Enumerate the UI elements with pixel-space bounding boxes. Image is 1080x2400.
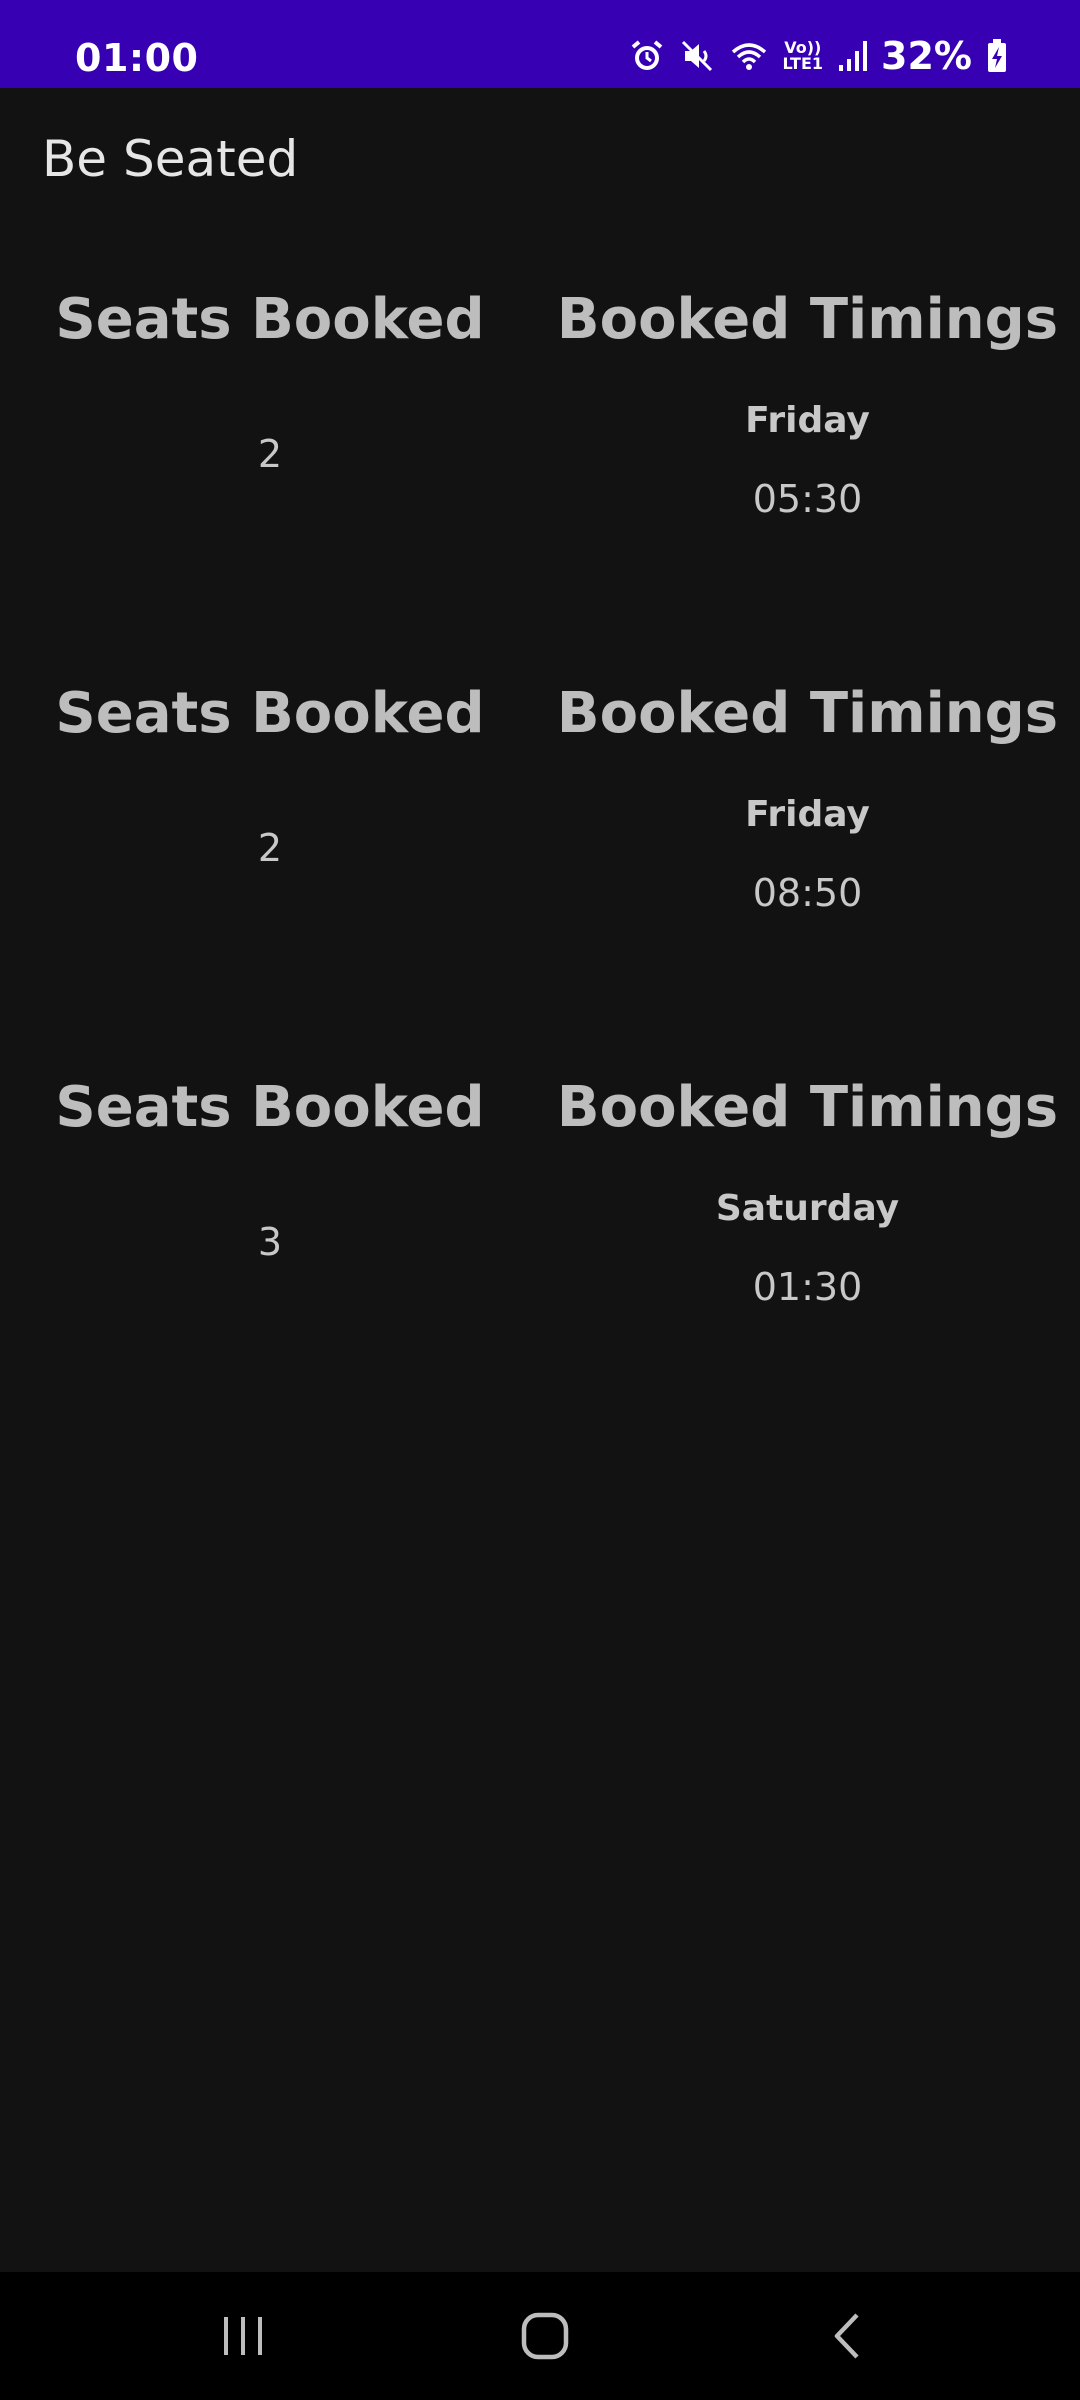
- booking-day: Saturday: [715, 1188, 900, 1229]
- booking-day: Friday: [745, 400, 870, 441]
- booking-item[interactable]: Seats Booked 3 Booked Timings Saturday 0…: [0, 1068, 1080, 1462]
- back-icon: [834, 2313, 859, 2359]
- home-icon: [521, 2312, 569, 2360]
- status-bar: 01:00 Vo)) LTE1 32%: [0, 0, 1080, 88]
- booking-item[interactable]: Seats Booked 2 Booked Timings Friday 05:…: [0, 280, 1080, 674]
- booking-item[interactable]: Seats Booked 2 Booked Timings Friday 08:…: [0, 674, 1080, 1068]
- seats-column: Seats Booked 2: [30, 280, 510, 476]
- booking-time: 01:30: [752, 1265, 863, 1309]
- seats-booked-heading: Seats Booked: [55, 681, 485, 746]
- timings-column: Booked Timings Saturday 01:30: [545, 1068, 1070, 1309]
- booking-day: Friday: [745, 794, 870, 835]
- mute-icon: [679, 38, 715, 74]
- seats-column: Seats Booked 3: [30, 1068, 510, 1264]
- signal-icon: [837, 39, 868, 73]
- booking-time: 05:30: [752, 477, 863, 521]
- back-button[interactable]: [787, 2298, 907, 2374]
- seat-count: 2: [257, 826, 283, 870]
- seats-booked-heading: Seats Booked: [55, 1075, 485, 1140]
- booking-time: 08:50: [752, 871, 863, 915]
- home-button[interactable]: [485, 2298, 605, 2374]
- alarm-icon: [629, 38, 665, 74]
- seats-booked-heading: Seats Booked: [55, 287, 485, 352]
- status-time: 01:00: [75, 36, 199, 80]
- booked-timings-heading: Booked Timings: [556, 287, 1059, 352]
- battery-charging-icon: [986, 38, 1008, 74]
- wifi-icon: [729, 38, 769, 74]
- seats-column: Seats Booked 2: [30, 674, 510, 870]
- status-icons: Vo)) LTE1 32%: [629, 34, 1009, 78]
- battery-percentage: 32%: [881, 34, 972, 78]
- seat-count: 2: [257, 432, 283, 476]
- navigation-bar: [0, 2272, 1080, 2400]
- seat-count: 3: [257, 1220, 283, 1264]
- booked-timings-heading: Booked Timings: [556, 1075, 1059, 1140]
- network-type-label: Vo)) LTE1: [782, 38, 824, 73]
- timings-column: Booked Timings Friday 05:30: [545, 280, 1070, 521]
- recents-icon: [224, 2317, 262, 2355]
- booked-timings-heading: Booked Timings: [556, 681, 1059, 746]
- recents-button[interactable]: [183, 2298, 303, 2374]
- timings-column: Booked Timings Friday 08:50: [545, 674, 1070, 915]
- app-title: Be Seated: [42, 130, 299, 188]
- booking-list: Seats Booked 2 Booked Timings Friday 05:…: [0, 280, 1080, 1462]
